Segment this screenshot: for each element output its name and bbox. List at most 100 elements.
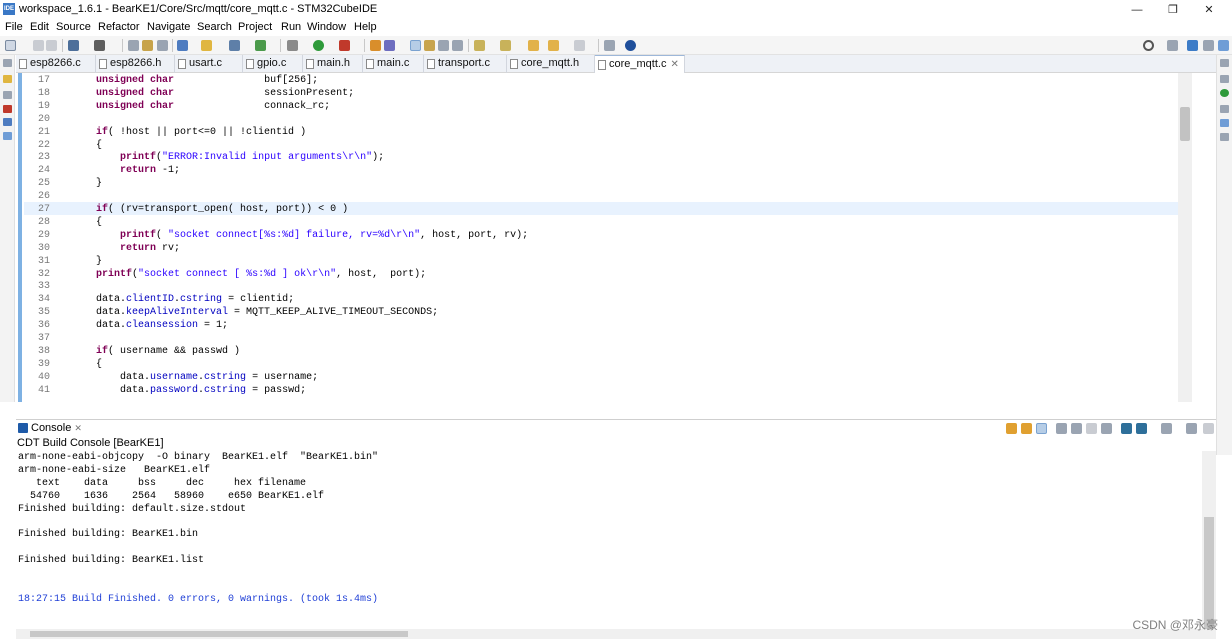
code-line: if( (rv=transport_open( host, port)) < 0…	[96, 204, 349, 215]
device-perspective-icon[interactable]	[1218, 40, 1229, 51]
back-icon[interactable]	[548, 40, 559, 51]
new-project-icon[interactable]	[177, 40, 188, 51]
tab-console[interactable]: Console ✕	[31, 422, 82, 434]
editor-vertical-scrollbar[interactable]	[1178, 73, 1192, 402]
block-selection-icon[interactable]	[438, 40, 449, 51]
line-number: 17	[37, 75, 50, 86]
close-tab-icon[interactable]: ✕	[670, 59, 678, 70]
console-horizontal-scrollbar[interactable]	[16, 629, 1216, 639]
line-number: 41	[37, 384, 50, 396]
paste-console-icon[interactable]	[1071, 423, 1082, 434]
mark-occurrences-icon[interactable]	[424, 40, 435, 51]
tab-core-mqtt-h[interactable]: core_mqtt.h	[507, 55, 595, 73]
menu-refactor[interactable]: Refactor	[98, 21, 140, 33]
scrollbar-thumb[interactable]	[1204, 517, 1214, 629]
build-icon[interactable]	[94, 40, 105, 51]
ide-app-icon: IDE	[3, 3, 15, 15]
menu-edit[interactable]: Edit	[30, 21, 49, 33]
last-edit-icon[interactable]	[528, 40, 539, 51]
open-console-icon[interactable]	[1136, 423, 1147, 434]
tab-usart-c[interactable]: usart.c	[175, 55, 243, 73]
tab-core-mqtt-c[interactable]: core_mqtt.c ✕	[595, 55, 685, 73]
tab-main-c[interactable]: main.c	[363, 55, 424, 73]
new-class-icon[interactable]	[229, 40, 240, 51]
tab-transport-c[interactable]: transport.c	[424, 55, 507, 73]
menu-project[interactable]: Project	[238, 21, 272, 33]
scrollbar-thumb[interactable]	[1180, 107, 1190, 141]
search-tool-icon[interactable]	[157, 40, 168, 51]
open-folder-icon[interactable]	[201, 40, 212, 51]
console-line: text data bss dec hex filename	[18, 477, 307, 489]
code-line: data.keepAliveInterval = MQTT_KEEP_ALIVE…	[72, 307, 439, 319]
outline-icon[interactable]	[1220, 75, 1229, 83]
menu-help[interactable]: Help	[354, 21, 377, 33]
save-icon[interactable]	[33, 40, 44, 51]
left-trim-stack	[0, 55, 15, 402]
static-stack-icon[interactable]	[1220, 133, 1229, 141]
line-number: 24	[37, 165, 50, 177]
menu-run[interactable]: Run	[281, 21, 301, 33]
restore-right-icon[interactable]	[1220, 59, 1229, 67]
next-annotation-icon[interactable]	[474, 40, 485, 51]
open-perspective-icon[interactable]	[1167, 40, 1178, 51]
clear-console-icon[interactable]	[1086, 423, 1097, 434]
open-task-icon[interactable]	[384, 40, 395, 51]
project-explorer-icon[interactable]	[3, 75, 12, 83]
line-number: 27	[37, 204, 50, 215]
code-line: {	[72, 216, 103, 228]
memory-icon[interactable]	[3, 132, 12, 140]
breakpoints-icon[interactable]	[3, 105, 12, 113]
pin-console-icon[interactable]	[1101, 423, 1112, 434]
tab-main-h[interactable]: main.h	[303, 55, 363, 73]
debug-settings-icon[interactable]	[128, 40, 139, 51]
menu-file[interactable]: File	[5, 21, 23, 33]
menu-source[interactable]: Source	[56, 21, 91, 33]
debug-bug-icon[interactable]	[287, 40, 298, 51]
open-type-icon[interactable]	[370, 40, 381, 51]
display-selected-console-icon[interactable]	[1121, 423, 1132, 434]
close-console-icon[interactable]: ✕	[74, 423, 82, 433]
registers-icon[interactable]	[3, 91, 12, 99]
pin-editor-icon[interactable]	[604, 40, 615, 51]
new-file-icon[interactable]	[255, 40, 266, 51]
build-targets-icon[interactable]	[1220, 89, 1229, 97]
prev-annotation-icon[interactable]	[500, 40, 511, 51]
include-browser-icon[interactable]	[1220, 105, 1229, 113]
code-editor[interactable]: 17 unsigned char buf[256]; 18 unsigned ch…	[16, 73, 1216, 402]
view-menu-icon[interactable]	[1186, 423, 1197, 434]
scrollbar-thumb[interactable]	[30, 631, 408, 637]
info-icon[interactable]	[625, 40, 636, 51]
search-icon[interactable]	[1143, 40, 1154, 51]
code-line: if( !host || port<=0 || !clientid )	[96, 126, 307, 138]
menu-window[interactable]: Window	[307, 21, 346, 33]
scroll-lock-icon[interactable]	[1006, 423, 1017, 434]
device-config-icon[interactable]	[142, 40, 153, 51]
run-icon[interactable]	[313, 40, 324, 51]
menu-search[interactable]: Search	[197, 21, 232, 33]
tab-esp8266-c[interactable]: esp8266.c	[16, 55, 96, 73]
tab-gpio-c[interactable]: gpio.c	[243, 55, 303, 73]
console-output[interactable]: arm-none-eabi-objcopy -O binary BearKE1.…	[16, 451, 1202, 629]
word-wrap-icon[interactable]	[1036, 423, 1047, 434]
cpp-perspective-icon[interactable]	[1187, 40, 1198, 51]
restore-icon[interactable]	[3, 59, 12, 67]
toggle-highlight-icon[interactable]	[410, 40, 421, 51]
close-button[interactable]: ✕	[1186, 0, 1232, 20]
debug-perspective-icon[interactable]	[1203, 40, 1214, 51]
console-vertical-scrollbar[interactable]	[1202, 451, 1216, 629]
minimize-view-icon[interactable]	[1203, 423, 1214, 434]
save-all-icon[interactable]	[46, 40, 57, 51]
new-console-icon[interactable]	[1161, 423, 1172, 434]
show-on-output-icon[interactable]	[1021, 423, 1032, 434]
debug-view-icon[interactable]	[3, 118, 12, 126]
tab-esp8266-h[interactable]: esp8266.h	[96, 55, 175, 73]
build-analyzer-icon[interactable]	[1220, 119, 1229, 127]
code-line: if( username && passwd )	[96, 345, 241, 357]
new-icon[interactable]	[5, 40, 16, 51]
menu-navigate[interactable]: Navigate	[147, 21, 190, 33]
copy-console-icon[interactable]	[1056, 423, 1067, 434]
forward-icon[interactable]	[574, 40, 585, 51]
build-config-icon[interactable]	[68, 40, 79, 51]
show-whitespace-icon[interactable]	[452, 40, 463, 51]
external-tools-icon[interactable]	[339, 40, 350, 51]
